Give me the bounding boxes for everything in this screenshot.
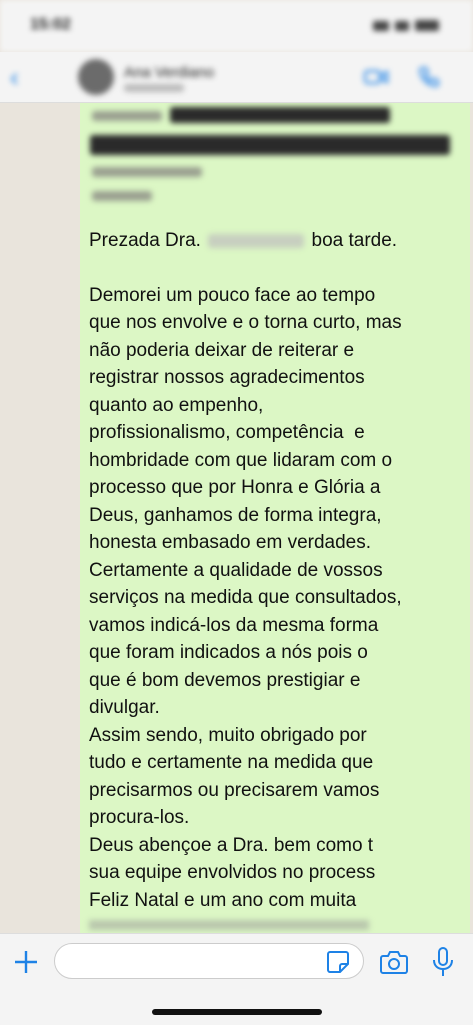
phone-icon[interactable] bbox=[418, 66, 440, 88]
camera-icon[interactable] bbox=[380, 949, 408, 975]
avatar[interactable] bbox=[78, 59, 114, 95]
sticker-icon[interactable] bbox=[326, 950, 350, 974]
video-camera-icon[interactable] bbox=[364, 68, 388, 86]
status-time: 15:02 bbox=[30, 16, 71, 33]
contact-name[interactable]: Ana Verdiano bbox=[124, 64, 214, 81]
redacted-name bbox=[208, 233, 305, 248]
message-bubble[interactable]: Prezada Dra. boa tarde. Demorei um pouco… bbox=[80, 103, 470, 933]
quoted-message[interactable] bbox=[90, 105, 450, 215]
chat-area[interactable]: Prezada Dra. boa tarde. Demorei um pouco… bbox=[0, 103, 473, 933]
home-indicator bbox=[152, 1009, 322, 1015]
message-body: Demorei um pouco face ao tempo que nos e… bbox=[89, 284, 402, 911]
input-bar bbox=[0, 933, 473, 1025]
microphone-icon[interactable] bbox=[432, 947, 454, 977]
greeting-before: Prezada Dra. bbox=[89, 230, 201, 251]
chat-header: ‹ Ana Verdiano bbox=[0, 52, 473, 103]
message-cutoff-line bbox=[89, 920, 369, 930]
message-text: Prezada Dra. boa tarde. Demorei um pouco… bbox=[89, 227, 473, 930]
greeting-after: boa tarde. bbox=[311, 230, 398, 251]
plus-icon[interactable] bbox=[12, 948, 40, 976]
message-input[interactable] bbox=[54, 943, 364, 979]
status-icons bbox=[367, 17, 447, 32]
contact-status bbox=[124, 84, 184, 92]
status-bar: 15:02 bbox=[0, 0, 473, 52]
message-greeting: Prezada Dra. boa tarde. bbox=[89, 227, 473, 255]
chevron-left-icon[interactable]: ‹ bbox=[10, 63, 50, 91]
